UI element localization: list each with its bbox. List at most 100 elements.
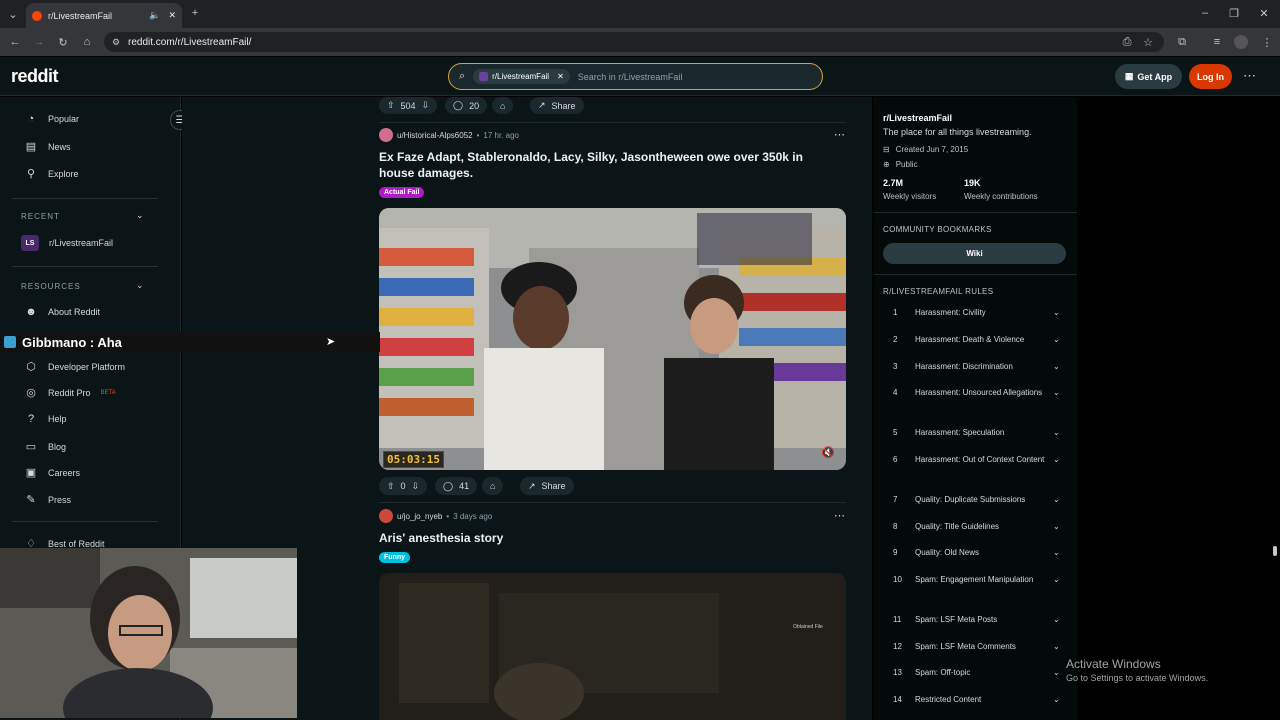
rule-item[interactable]: 2 Harassment: Death & Violence ⌄ (893, 333, 1063, 346)
downvote-icon[interactable]: ⇩ (412, 481, 420, 492)
award-button[interactable]: ⌂ (492, 97, 514, 114)
get-app-button[interactable]: ▦ Get App (1115, 64, 1182, 89)
sidebar-item-livestreamfail[interactable]: LS r/LivestreamFail (21, 235, 113, 251)
webcam-image (0, 548, 297, 718)
rule-item[interactable]: 12 Spam: LSF Meta Comments ⌄ (893, 640, 1063, 653)
chrome-menu-icon[interactable]: ⋮ (1258, 33, 1276, 51)
sidebar-item-reddit-pro[interactable]: ◎ Reddit Pro BETA (24, 386, 116, 399)
author-name[interactable]: u/jo_jo_nyeb (397, 512, 442, 521)
rule-item[interactable]: 11 Spam: LSF Meta Posts ⌄ (893, 613, 1063, 626)
author-name[interactable]: u/Historical-Alps6052 (397, 131, 473, 140)
rule-item[interactable]: 7 Quality: Duplicate Submissions ⌄ (893, 493, 1063, 506)
rule-item[interactable]: 6 Harassment: Out of Context Content ⌄ (893, 453, 1063, 466)
chip-clear-icon[interactable]: ✕ (557, 72, 564, 81)
post-video[interactable]: 05:03:15 🔇 (379, 208, 846, 470)
search-icon: ⌕ (459, 70, 466, 82)
recent-section-header[interactable]: RECENT (21, 212, 60, 221)
author-avatar[interactable] (379, 128, 393, 142)
rule-item[interactable]: 14 Restricted Content ⌄ (893, 693, 1063, 706)
share-button[interactable]: ↗ Share (530, 97, 584, 114)
address-bar[interactable]: ⚙ reddit.com/r/LivestreamFail/ (104, 32, 1164, 52)
restore-icon[interactable]: ❐ (1225, 4, 1243, 22)
site-info-icon[interactable]: ⚙ (112, 37, 120, 48)
rule-item[interactable]: 3 Harassment: Discrimination ⌄ (893, 360, 1063, 373)
upvote-icon[interactable]: ⇧ (387, 481, 395, 492)
resources-chevron-icon[interactable]: ⌄ (136, 280, 144, 291)
wiki-button[interactable]: Wiki (883, 243, 1066, 264)
comments-button[interactable]: ◯ 41 (435, 477, 478, 495)
browser-tab[interactable]: r/LivestreamFail 🔈 ✕ (26, 3, 182, 28)
media-control-icon[interactable]: ≡ (1208, 33, 1226, 51)
sidebar-divider (12, 266, 158, 267)
profile-avatar[interactable] (1234, 35, 1248, 49)
tab-audio-icon[interactable]: 🔈 (149, 10, 160, 21)
recent-chevron-icon[interactable]: ⌄ (136, 210, 144, 221)
back-icon[interactable]: ← (6, 33, 24, 51)
resources-section-header[interactable]: RESOURCES (21, 282, 81, 291)
login-button[interactable]: Log In (1189, 64, 1232, 89)
video-timer: 05:03:15 (383, 451, 444, 468)
mute-icon[interactable]: 🔇 (821, 446, 835, 459)
chevron-down-icon: ⌄ (1053, 575, 1060, 584)
bookmark-star-icon[interactable]: ☆ (1139, 33, 1157, 51)
chevron-down-icon: ⌄ (1053, 522, 1060, 531)
url-text: reddit.com/r/LivestreamFail/ (128, 36, 252, 48)
sidebar-item-help[interactable]: ? Help (24, 413, 67, 425)
weekly-visitors-value: 2.7M (883, 178, 904, 188)
livestreamfail-avatar: LS (21, 235, 39, 251)
rule-item[interactable]: 13 Spam: Off-topic ⌄ (893, 666, 1063, 679)
subreddit-chip-icon (479, 72, 489, 81)
search-input[interactable]: ⌕ r/LivestreamFail ✕ Search in r/Livestr… (448, 63, 823, 90)
rule-item[interactable]: 10 Spam: Engagement Manipulation ⌄ (893, 573, 1063, 586)
sidebar-item-careers[interactable]: ▣ Careers (24, 466, 80, 479)
video-frame-image (379, 573, 846, 720)
post-video[interactable]: Obtained File (379, 573, 846, 720)
qr-code-icon: ▦ (1124, 71, 1134, 81)
author-avatar[interactable] (379, 509, 393, 523)
rule-item[interactable]: 1 Harassment: Civility ⌄ (893, 306, 1063, 319)
install-icon[interactable]: ⎙ (1118, 33, 1136, 51)
share-button[interactable]: ↗ Share (520, 477, 574, 495)
rule-item[interactable]: 9 Quality: Old News ⌄ (893, 546, 1063, 559)
rule-item[interactable]: 8 Quality: Title Guidelines ⌄ (893, 520, 1063, 533)
chevron-down-icon: ⌄ (1053, 615, 1060, 624)
sidebar-item-developer-platform[interactable]: ⬡ Developer Platform (24, 360, 125, 373)
downvote-icon[interactable]: ⇩ (422, 100, 430, 111)
sidebar-item-popular[interactable]: ◔ Popular (24, 113, 79, 125)
rule-item[interactable]: 4 Harassment: Unsourced Allegations ⌄ (893, 386, 1063, 399)
scrollbar-thumb[interactable] (1273, 546, 1277, 556)
chevron-down-icon: ⌄ (1053, 308, 1060, 317)
more-options-icon[interactable]: ⋯ (1243, 68, 1256, 84)
extensions-icon[interactable]: ⧉ (1173, 33, 1191, 51)
upvote-icon[interactable]: ⇧ (387, 100, 395, 111)
page-scrollbar[interactable] (1272, 60, 1278, 720)
tab-search-icon[interactable]: ⌄ (4, 5, 22, 23)
post-title[interactable]: Ex Faze Adapt, Stableronaldo, Lacy, Silk… (379, 149, 839, 181)
reload-icon[interactable]: ↻ (54, 33, 72, 51)
home-icon[interactable]: ⌂ (78, 33, 96, 51)
search-chip[interactable]: r/LivestreamFail ✕ (473, 69, 570, 84)
new-tab-icon[interactable]: + (186, 4, 204, 22)
post-flair[interactable]: Actual Fail (379, 187, 425, 198)
post-title[interactable]: Aris' anesthesia story (379, 530, 503, 546)
search-placeholder: Search in r/LivestreamFail (577, 71, 683, 82)
post-options-icon[interactable]: ⋯ (834, 128, 845, 141)
window-close-icon[interactable]: ✕ (1255, 4, 1273, 22)
sidebar-item-about-reddit[interactable]: ☻ About Reddit (24, 306, 100, 318)
rule-item[interactable]: 5 Harassment: Speculation ⌄ (893, 426, 1063, 439)
reddit-logo[interactable]: reddit (11, 66, 59, 87)
sidebar-item-explore[interactable]: ⚲ Explore (24, 167, 79, 180)
award-button[interactable]: ⌂ (482, 477, 504, 495)
sidebar-item-news[interactable]: ▤ News (24, 140, 71, 153)
comment-icon: ◯ (443, 480, 454, 491)
sidebar-item-press[interactable]: ✎ Press (24, 493, 71, 506)
post-options-icon[interactable]: ⋯ (834, 509, 845, 522)
community-panel (874, 97, 1077, 720)
forward-icon[interactable]: → (30, 33, 48, 51)
help-icon: ? (27, 413, 35, 425)
comments-button[interactable]: ◯ 20 (445, 97, 488, 114)
minimize-icon[interactable]: – (1196, 4, 1214, 22)
tab-close-icon[interactable]: ✕ (168, 10, 176, 21)
sidebar-item-blog[interactable]: ▭ Blog (24, 440, 66, 453)
post-flair[interactable]: Funny (379, 552, 410, 563)
